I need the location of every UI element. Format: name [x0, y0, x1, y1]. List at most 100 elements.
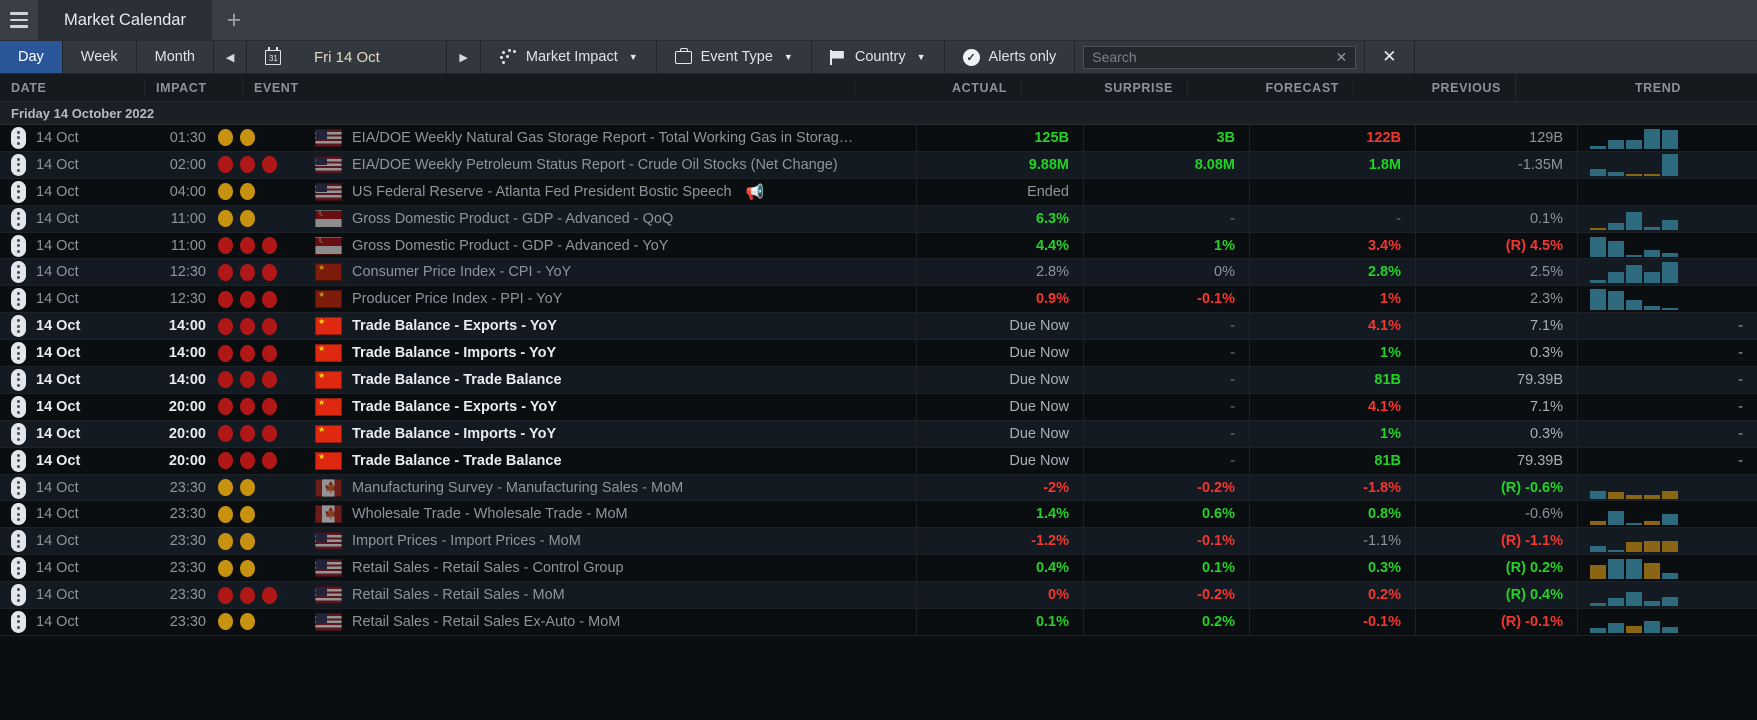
cell-forecast: 3.4% — [1249, 232, 1415, 259]
table-row[interactable]: 14 Oct 01:30 EIA/DOE Weekly Natural Gas S… — [0, 125, 1757, 152]
table-row[interactable]: 14 Oct 14:00 Trade Balance - Exports - Yo… — [0, 313, 1757, 341]
row-menu-button[interactable] — [0, 503, 36, 526]
row-menu-button[interactable] — [0, 261, 36, 284]
country-flag-icon — [315, 155, 342, 174]
column-header-date[interactable]: DATE — [0, 81, 144, 95]
search-input[interactable] — [1092, 49, 1336, 65]
table-row[interactable]: 14 Oct 23:30 Manufacturing Survey - Manuf… — [0, 474, 1757, 502]
row-menu-button[interactable] — [0, 342, 36, 365]
view-week-button[interactable]: Week — [63, 41, 137, 73]
table-row[interactable]: 14 Oct 11:00 Gross Domestic Product - GDP… — [0, 232, 1757, 260]
add-tab-button[interactable]: + — [212, 0, 256, 40]
trend-sparkline — [1590, 530, 1678, 553]
row-menu-button[interactable] — [0, 180, 36, 203]
impact-dot — [218, 183, 233, 201]
trend-bar — [1590, 521, 1606, 526]
column-header-previous[interactable]: PREVIOUS — [1353, 80, 1515, 95]
close-toolbar-button[interactable]: ✕ — [1365, 41, 1415, 73]
row-menu-button[interactable] — [0, 422, 36, 445]
cell-event: Trade Balance - Imports - YoY — [304, 344, 916, 363]
view-day-button[interactable]: Day — [0, 41, 63, 73]
cell-actual: Due Now — [916, 420, 1083, 447]
row-menu-button[interactable] — [0, 288, 36, 311]
row-menu-button[interactable] — [0, 368, 36, 391]
row-menu-button[interactable] — [0, 584, 36, 607]
cell-trend — [1577, 582, 1757, 609]
table-row[interactable]: 14 Oct 12:30 Consumer Price Index - CPI -… — [0, 259, 1757, 287]
table-row[interactable]: 14 Oct 11:00 Gross Domestic Product - GDP… — [0, 205, 1757, 233]
row-menu-button[interactable] — [0, 610, 36, 633]
alerts-only-toggle[interactable]: ✓ Alerts only — [945, 41, 1076, 73]
table-row[interactable]: 14 Oct 14:00 Trade Balance - Trade Balanc… — [0, 367, 1757, 394]
cell-actual: 125B — [916, 125, 1083, 151]
country-label: Country — [854, 49, 906, 65]
table-row[interactable]: 14 Oct 14:00 Trade Balance - Imports - Yo… — [0, 340, 1757, 368]
row-menu-button[interactable] — [0, 234, 36, 257]
table-row[interactable]: 14 Oct 23:30 Retail Sales - Retail Sales … — [0, 609, 1757, 636]
previous-day-button[interactable]: ◀ — [214, 41, 248, 73]
impact-dot — [240, 479, 255, 497]
event-name: Trade Balance - Exports - YoY — [352, 318, 557, 335]
table-row[interactable]: 14 Oct 20:00 Trade Balance - Imports - Yo… — [0, 420, 1757, 448]
search-clear-icon[interactable]: ✕ — [1336, 49, 1348, 66]
country-filter[interactable]: Country ▼ — [812, 41, 945, 73]
impact-dot — [240, 237, 255, 254]
tab-market-calendar[interactable]: Market Calendar — [38, 0, 212, 40]
cell-time: 20:00 — [168, 425, 206, 442]
table-row[interactable]: 14 Oct 04:00 US Federal Reserve - Atlanta… — [0, 178, 1757, 206]
row-menu-button[interactable] — [0, 449, 36, 472]
cell-time: 14:00 — [168, 371, 206, 388]
table-row[interactable]: 14 Oct 20:00 Trade Balance - Exports - Yo… — [0, 393, 1757, 421]
column-header-impact[interactable]: IMPACT — [144, 80, 242, 95]
table-row[interactable]: 14 Oct 23:30 Wholesale Trade - Wholesale … — [0, 501, 1757, 529]
event-name: Producer Price Index - PPI - YoY — [352, 291, 563, 308]
cell-forecast: 122B — [1249, 125, 1415, 151]
column-header-surprise[interactable]: SURPRISE — [1021, 80, 1187, 95]
trend-bar — [1590, 490, 1606, 499]
cell-previous: (R) 0.4% — [1415, 582, 1577, 609]
speech-icon: 📢 — [745, 183, 765, 201]
table-row[interactable]: 14 Oct 23:30 Retail Sales - Retail Sales … — [0, 555, 1757, 583]
cell-date: 14 Oct — [36, 345, 81, 362]
table-row[interactable]: 14 Oct 23:30 Import Prices - Import Price… — [0, 528, 1757, 556]
market-impact-filter[interactable]: Market Impact ▼ — [481, 41, 657, 73]
view-month-button[interactable]: Month — [137, 41, 214, 73]
row-menu-button[interactable] — [0, 315, 36, 338]
date-picker-button[interactable]: 31 Fri 14 Oct — [247, 41, 448, 73]
row-menu-button[interactable] — [0, 153, 36, 176]
hamburger-menu-icon[interactable] — [0, 0, 38, 40]
trend-bar — [1608, 491, 1624, 499]
trend-bar — [1608, 559, 1624, 580]
table-row[interactable]: 14 Oct 02:00 EIA/DOE Weekly Petroleum Sta… — [0, 151, 1757, 179]
cell-actual: 0.1% — [916, 609, 1083, 635]
row-menu-button[interactable] — [0, 207, 36, 230]
surprise-value: - — [1230, 371, 1235, 388]
row-menu-button[interactable] — [0, 557, 36, 580]
cell-impact — [206, 237, 304, 254]
column-header-trend[interactable]: TREND — [1515, 74, 1695, 101]
surprise-value: -0.1% — [1197, 291, 1235, 308]
table-row[interactable]: 14 Oct 12:30 Producer Price Index - PPI -… — [0, 286, 1757, 314]
column-header-event[interactable]: EVENT — [242, 80, 854, 95]
row-menu-button[interactable] — [0, 395, 36, 418]
row-menu-button[interactable] — [0, 476, 36, 499]
table-row[interactable]: 14 Oct 23:30 Retail Sales - Retail Sales … — [0, 582, 1757, 610]
impact-dot — [240, 398, 255, 416]
search-box[interactable]: ✕ — [1083, 45, 1357, 69]
trend-sparkline — [1590, 557, 1678, 580]
table-row[interactable]: 14 Oct 20:00 Trade Balance - Trade Balanc… — [0, 447, 1757, 475]
cell-time: 12:30 — [169, 264, 206, 281]
next-day-button[interactable]: ▶ — [447, 41, 481, 73]
trend-bar — [1644, 521, 1660, 526]
country-flag-icon — [315, 182, 342, 201]
column-header-forecast[interactable]: FORECAST — [1187, 80, 1353, 95]
cell-date: 14 Oct — [36, 210, 79, 227]
previous-value: (R) -1.1% — [1500, 533, 1563, 550]
surprise-value: - — [1230, 318, 1235, 335]
row-menu-button[interactable] — [0, 126, 36, 149]
column-header-actual[interactable]: ACTUAL — [854, 80, 1021, 95]
event-type-filter[interactable]: Event Type ▼ — [657, 41, 812, 73]
cell-trend — [1577, 286, 1757, 313]
trend-bar — [1662, 541, 1678, 553]
row-menu-button[interactable] — [0, 530, 36, 553]
